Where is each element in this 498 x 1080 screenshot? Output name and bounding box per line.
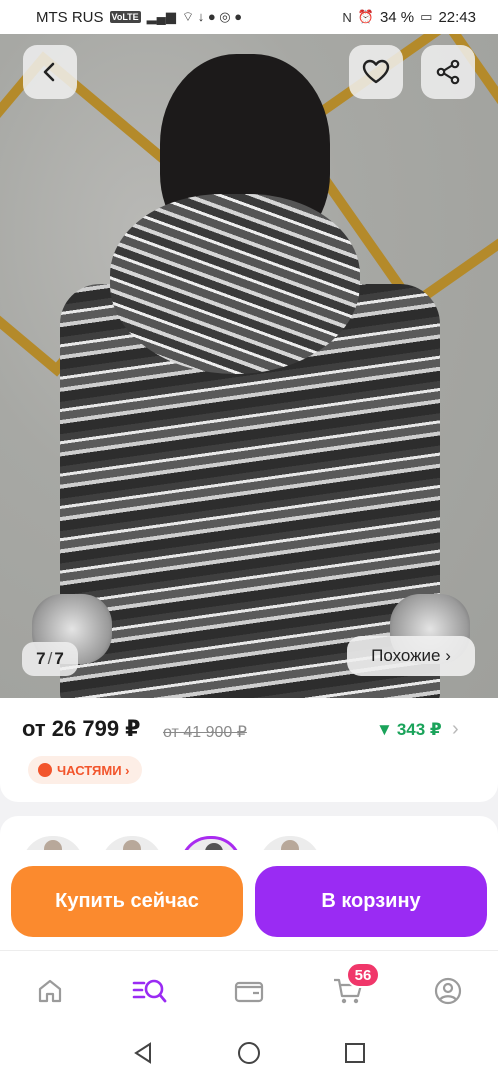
tab-profile[interactable]: [428, 971, 468, 1011]
catalog-search-icon: [132, 979, 167, 1003]
chevron-left-icon: [43, 62, 55, 82]
favorite-button[interactable]: [349, 45, 403, 99]
alarm-icon: ⏰: [357, 9, 374, 24]
buy-now-button[interactable]: Купить сейчас: [11, 866, 243, 937]
similar-button[interactable]: Похожие ›: [347, 636, 475, 676]
photo-counter: 7 / 7: [22, 642, 78, 676]
nfc-icon: N: [342, 9, 352, 25]
volte-badge: VoLTE: [109, 11, 141, 23]
triangle-back-icon: [134, 1042, 151, 1064]
cart-count-badge: 56: [346, 962, 380, 988]
status-bar: MTS RUS VoLTE ▂▄▆ ⌔ ↓ ● ◎ ● N ⏰ 34 % ▭ 2…: [0, 0, 498, 34]
wallet-icon: [234, 981, 264, 1003]
tab-catalog[interactable]: [130, 971, 170, 1011]
back-button[interactable]: [23, 45, 77, 99]
share-button[interactable]: [421, 45, 475, 99]
cashback[interactable]: ▼ 343 ₽: [376, 720, 442, 740]
price-card: от 26 799 ₽ от 41 900 ₽ ▼ 343 ₽ › ЧАСТЯМ…: [0, 698, 498, 802]
circle-home-icon: [238, 1042, 260, 1064]
signal-icon: ▂▄▆: [146, 9, 176, 24]
home-icon: [38, 979, 62, 1003]
share-icon: [436, 59, 460, 85]
photo-counter-total: 7: [54, 649, 64, 668]
battery-icon: ▭: [420, 9, 433, 24]
installments-label: ЧАСТЯМИ ›: [57, 762, 130, 778]
fur-hood: [110, 194, 360, 374]
pie-icon: [38, 763, 52, 777]
current-price: от 26 799 ₽: [22, 716, 141, 741]
profile-icon: [434, 977, 462, 1005]
installments-badge[interactable]: ЧАСТЯМИ ›: [28, 756, 142, 784]
tab-wallet[interactable]: [229, 971, 269, 1011]
photo-counter-separator: /: [47, 649, 53, 668]
system-back-button[interactable]: [130, 1040, 156, 1066]
system-navigation: [0, 1026, 498, 1080]
heart-icon: [362, 59, 390, 84]
battery-percent: 34 %: [379, 8, 415, 26]
photo-counter-current: 7: [36, 649, 46, 668]
tab-bar: [0, 950, 498, 1026]
notifications-icons: ⌔ ↓ ● ◎ ●: [181, 9, 243, 24]
tab-home[interactable]: [30, 971, 70, 1011]
old-price: от 41 900 ₽: [163, 724, 247, 741]
chevron-right-icon[interactable]: ›: [452, 718, 459, 741]
system-recents-button[interactable]: [342, 1040, 368, 1066]
product-photo[interactable]: [0, 34, 498, 698]
add-to-cart-button[interactable]: В корзину: [255, 866, 487, 937]
cashback-amount: 343 ₽: [396, 720, 442, 739]
system-home-button[interactable]: [236, 1040, 262, 1066]
triangle-down-icon: ▼: [376, 720, 393, 739]
square-recents-icon: [345, 1043, 365, 1063]
carrier-label: MTS RUS: [36, 8, 104, 26]
clock: 22:43: [438, 8, 476, 26]
action-panel: Купить сейчас В корзину: [0, 850, 498, 950]
